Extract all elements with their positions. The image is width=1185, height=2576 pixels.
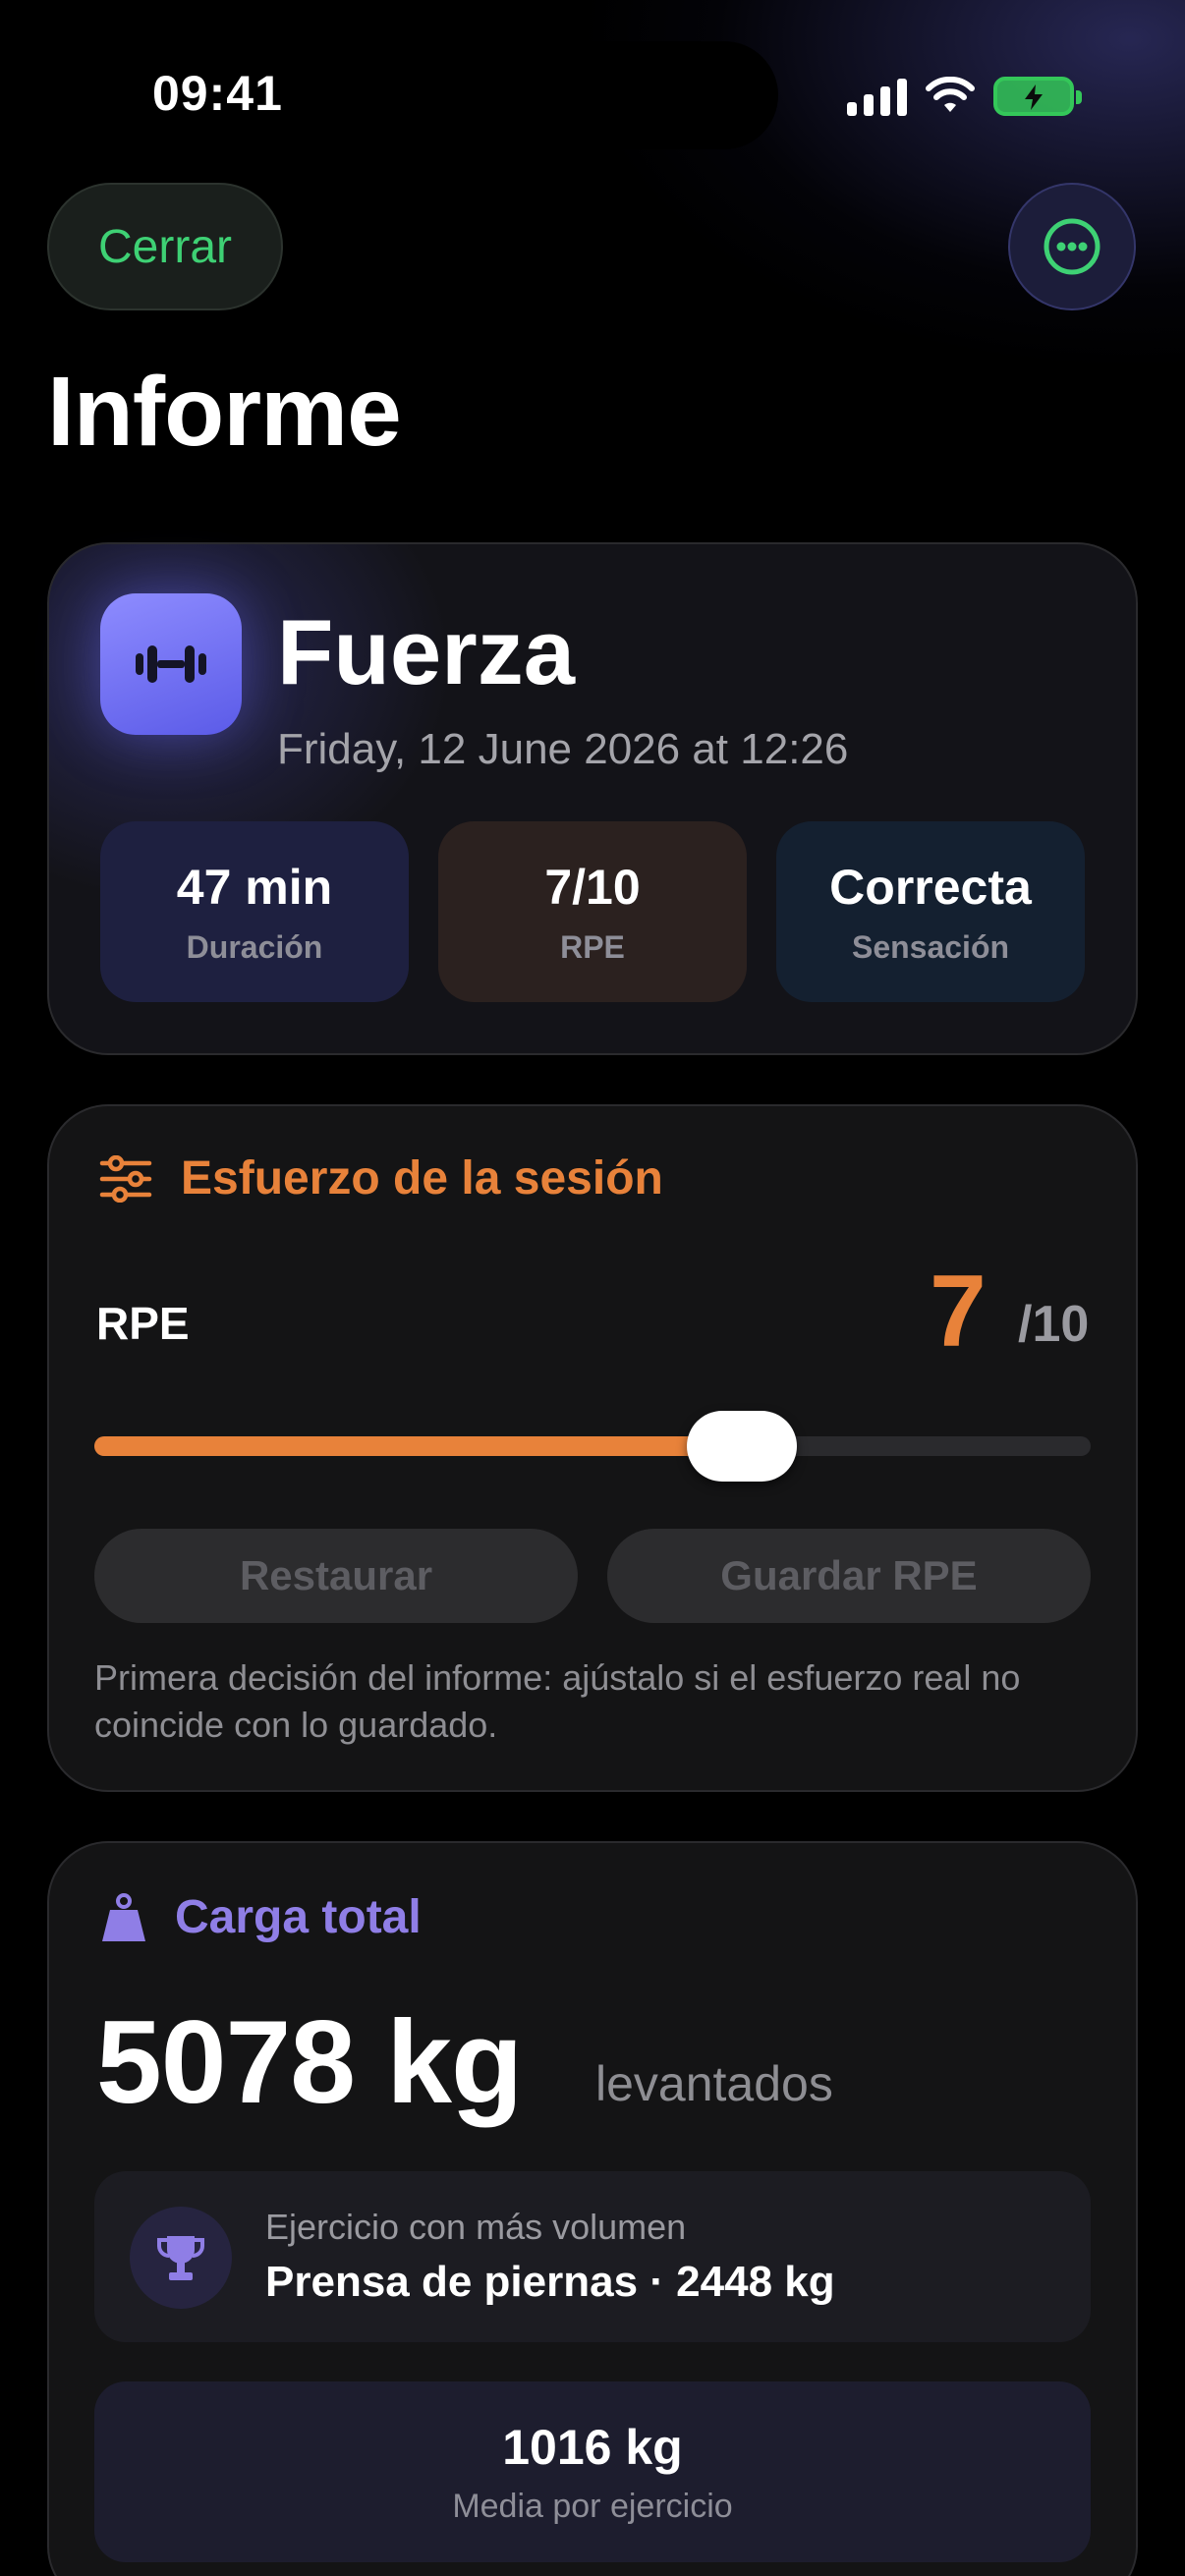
effort-note: Primera decisión del informe: ajústalo s… — [94, 1657, 1021, 1745]
top-exercise-row — [94, 2171, 1091, 2342]
status-time: 09:41 — [152, 66, 283, 121]
stat-duration: 47 min Duración — [100, 821, 409, 1002]
stat-value: Correcta — [829, 859, 1032, 915]
battery-charging-icon — [993, 77, 1082, 116]
rpe-value: 7 — [930, 1255, 987, 1369]
top-exercise-label: Ejercicio con más volumen — [265, 2207, 687, 2247]
reset-button[interactable]: Restaurar — [94, 1529, 578, 1623]
stat-label: Sensación — [851, 928, 1010, 965]
effort-heading: Esfuerzo de la sesión — [181, 1152, 663, 1204]
stat-value: 47 min — [176, 859, 333, 915]
dynamic-island — [407, 41, 778, 149]
average-per-exercise: 1016 kg Media por ejercicio — [94, 2381, 1091, 2562]
more-icon — [1044, 218, 1100, 275]
load-heading: Carga total — [175, 1891, 422, 1943]
more-button[interactable] — [1008, 183, 1136, 310]
total-load-value: 5078 kg — [96, 1996, 523, 2128]
top-exercise-value: Prensa de piernas · 2448 kg — [265, 2258, 835, 2306]
weight-icon — [102, 1892, 145, 1941]
session-date: Friday, 12 June 2026 at 12:26 — [277, 725, 849, 773]
workout-type-icon — [100, 593, 242, 735]
signal-icon — [847, 77, 907, 116]
average-label: Media por ejercicio — [452, 2487, 733, 2525]
stat-label: Duración — [186, 928, 323, 965]
total-load-suffix: levantados — [595, 2056, 833, 2111]
rpe-slider-thumb[interactable] — [687, 1411, 798, 1482]
load-header: Carga total — [98, 1890, 422, 1944]
save-rpe-button[interactable]: Guardar RPE — [607, 1529, 1091, 1623]
status-icons — [847, 69, 1083, 124]
trophy-badge — [130, 2207, 232, 2309]
dumbbell-icon — [136, 645, 206, 683]
trophy-icon — [157, 2236, 204, 2280]
rpe-slider-fill — [94, 1436, 743, 1456]
stat-label: RPE — [560, 928, 625, 965]
stat-feeling: Correcta Sensación — [776, 821, 1085, 1002]
page-title: Informe — [47, 357, 402, 467]
stat-rpe: 7/10 RPE — [438, 821, 747, 1002]
stat-value: 7/10 — [544, 859, 641, 915]
close-button[interactable]: Cerrar — [47, 183, 283, 310]
rpe-max: /10 — [1018, 1296, 1090, 1353]
wifi-icon — [926, 77, 975, 112]
effort-header: Esfuerzo de la sesión — [98, 1151, 663, 1205]
average-value: 1016 kg — [502, 2419, 683, 2475]
rpe-label: RPE — [96, 1298, 190, 1349]
session-title: Fuerza — [277, 600, 575, 703]
sliders-icon — [99, 1154, 152, 1203]
